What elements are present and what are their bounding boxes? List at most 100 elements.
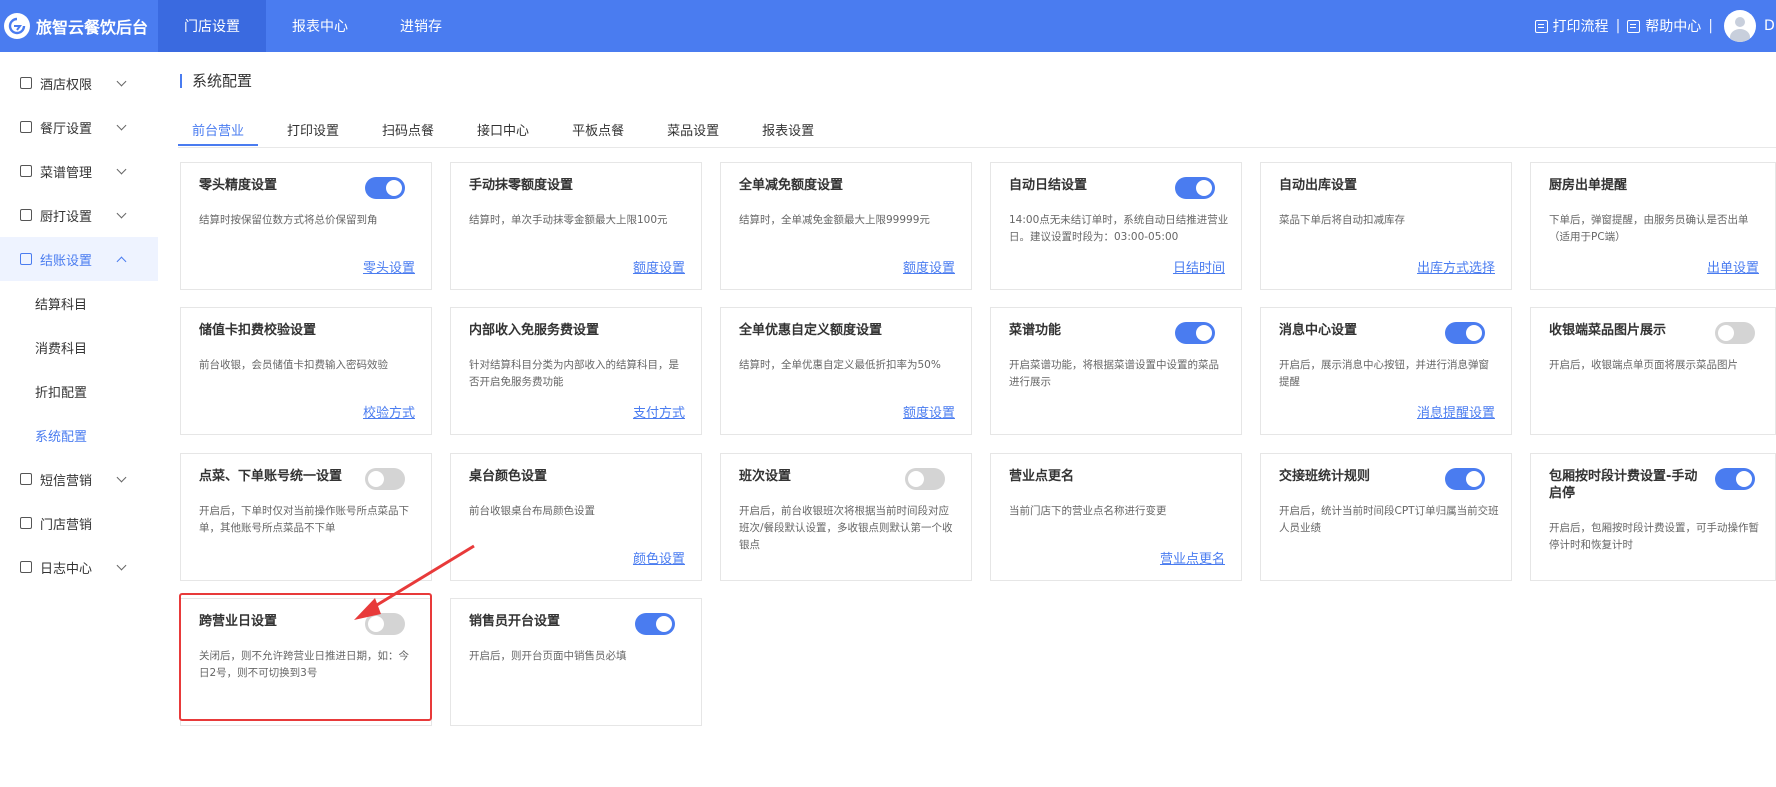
sidebar-item-kitchen-print[interactable]: 厨打设置 (0, 193, 158, 237)
sidebar-item-label: 餐厅设置 (40, 121, 93, 137)
card-title: 包厢按时段计费设置-手动启停 (1549, 469, 1698, 501)
settings-card: 班次设置 开启后，前台收银班次将根据当前时间段对应班次/餐段默认设置，多收银点则默… (720, 453, 972, 581)
tab-report-settings[interactable]: 报表设置 (748, 118, 828, 146)
tab-dish-settings[interactable]: 菜品设置 (653, 118, 733, 146)
card-link[interactable]: 支付方式 (633, 402, 685, 421)
card-title: 零头精度设置 (199, 178, 278, 193)
sidebar-item-checkout-settings[interactable]: 结账设置 (0, 237, 158, 281)
sidebar-item-store-marketing[interactable]: 门店营销 (0, 501, 158, 545)
card-link[interactable]: 颜色设置 (633, 548, 685, 567)
card-description: 开启后，统计当前时间段CPT订单归属当前交班人员业绩 (1279, 505, 1499, 534)
card-description: 前台收银，会员储值卡扣费输入密码效验 (199, 359, 388, 371)
settings-card: 自动日结设置 14:00点无未结订单时，系统自动日结推进营业日。建议设置时段为：0… (990, 162, 1242, 290)
card-link[interactable]: 出库方式选择 (1417, 257, 1495, 276)
card-link[interactable]: 零头设置 (363, 257, 415, 276)
sidebar-item-hotel-permissions[interactable]: 酒店权限 (0, 61, 158, 105)
topnav-report-center[interactable]: 报表中心 (266, 0, 374, 52)
card-description: 菜品下单后将自动扣减库存 (1279, 214, 1405, 226)
mail-icon (20, 473, 32, 485)
settings-card: 储值卡扣费校验设置 前台收银，会员储值卡扣费输入密码效验 校验方式 (180, 307, 432, 435)
home-icon (20, 121, 32, 133)
card-toggle-switch[interactable] (1445, 468, 1485, 490)
sidebar-item-label: 短信营销 (40, 473, 93, 489)
separator: | (1708, 18, 1713, 34)
card-title: 手动抹零额度设置 (469, 178, 574, 193)
card-title: 收银端菜品图片展示 (1549, 323, 1667, 338)
settings-card: 点菜、下单账号统一设置 开启后，下单时仅对当前操作账号所点菜品下单，其他账号所点菜… (180, 453, 432, 581)
card-link[interactable]: 消息提醒设置 (1417, 402, 1495, 421)
card-description: 开启后，包厢按时段计费设置，可手动操作暂停计时和恢复计时 (1549, 522, 1759, 551)
card-description: 前台收银桌台布局颜色设置 (469, 505, 595, 517)
card-title: 营业点更名 (1009, 469, 1075, 484)
card-toggle-switch[interactable] (1175, 177, 1215, 199)
document-icon (1534, 19, 1548, 33)
card-title: 内部收入免服务费设置 (469, 323, 600, 338)
card-title: 桌台颜色设置 (469, 469, 548, 484)
sidebar-item-label: 酒店权限 (40, 77, 93, 93)
card-toggle-switch[interactable] (905, 468, 945, 490)
settings-card: 全单优惠自定义额度设置结算时，全单优惠自定义最低折扣率为50% 额度设置 (720, 307, 972, 435)
card-link[interactable]: 额度设置 (633, 257, 685, 276)
printer-icon (20, 209, 32, 221)
sidebar-item-restaurant-settings[interactable]: 餐厅设置 (0, 105, 158, 149)
sidebar-item-label: 结账设置 (40, 253, 93, 269)
tabs: 前台营业 打印设置 扫码点餐 接口中心 平板点餐 菜品设置 报表设置 (178, 118, 843, 146)
card-toggle-switch[interactable] (365, 468, 405, 490)
tab-print-settings[interactable]: 打印设置 (273, 118, 353, 146)
card-link[interactable]: 校验方式 (363, 402, 415, 421)
card-toggle-switch[interactable] (1715, 322, 1755, 344)
settings-card: 内部收入免服务费设置针对结算科目分类为内部收入的结算科目，是否开启免服务费功能支… (450, 307, 702, 435)
print-flow-link[interactable]: 打印流程 (1534, 16, 1609, 36)
card-description: 开启后，收银端点单页面将展示菜品图片 (1549, 359, 1738, 371)
topnav-inventory[interactable]: 进销存 (374, 0, 468, 52)
card-toggle-switch[interactable] (365, 177, 405, 199)
tab-api-center[interactable]: 接口中心 (463, 118, 543, 146)
card-link[interactable]: 额度设置 (903, 257, 955, 276)
settings-card: 零头精度设置结算时按保留位数方式将总价保留到角零头设置 (180, 162, 432, 290)
sidebar-item-log-center[interactable]: 日志中心 (0, 545, 158, 589)
card-description: 结算时，全单减免金额最大上限99999元 (739, 214, 930, 226)
settings-card: 菜谱功能 开启菜谱功能，将根据菜谱设置中设置的菜品进行展示 (990, 307, 1242, 435)
page-title: 系统配置 (180, 74, 252, 89)
building-icon (20, 77, 32, 89)
card-title: 全单减免额度设置 (739, 178, 844, 193)
card-toggle-switch[interactable] (1715, 468, 1755, 490)
card-toggle-switch[interactable] (635, 613, 675, 635)
sidebar: 酒店权限 餐厅设置 菜谱管理 厨打设置 结账设置 结算科目 消费科目 折扣配置 … (0, 52, 158, 787)
receipt-icon (20, 253, 32, 265)
sidebar-item-label: 日志中心 (40, 561, 93, 577)
card-toggle-switch[interactable] (1445, 322, 1485, 344)
chevron-down-icon (116, 120, 127, 131)
help-center-link[interactable]: 帮助中心 (1627, 16, 1701, 36)
card-title: 消息中心设置 (1279, 323, 1358, 338)
store-icon (20, 517, 32, 529)
top-nav: 门店设置 报表中心 进销存 (158, 0, 468, 52)
card-link[interactable]: 额度设置 (903, 402, 955, 421)
separator: | (1615, 18, 1621, 34)
sidebar-sub-discount-config[interactable]: 折扣配置 (0, 369, 158, 413)
sidebar-sub-settlement-subjects[interactable]: 结算科目 (0, 281, 158, 325)
sidebar-item-sms-marketing[interactable]: 短信营销 (0, 457, 158, 501)
card-description: 针对结算科目分类为内部收入的结算科目，是否开启免服务费功能 (469, 359, 679, 388)
brand-logo-icon (4, 13, 30, 39)
card-toggle-switch[interactable] (1175, 322, 1215, 344)
tab-front-desk[interactable]: 前台营业 (178, 118, 259, 146)
card-link[interactable]: 出单设置 (1707, 257, 1759, 276)
chevron-down-icon (116, 472, 127, 483)
card-link[interactable]: 营业点更名 (1160, 548, 1225, 567)
card-description: 结算时按保留位数方式将总价保留到角 (199, 214, 378, 226)
card-title: 全单优惠自定义额度设置 (739, 323, 883, 338)
card-description: 结算时，全单优惠自定义最低折扣率为50% (739, 359, 941, 371)
settings-card: 桌台颜色设置前台收银桌台布局颜色设置颜色设置 (450, 453, 702, 581)
tab-scan-order[interactable]: 扫码点餐 (368, 118, 448, 146)
user-avatar[interactable] (1724, 10, 1756, 42)
sidebar-item-menu-management[interactable]: 菜谱管理 (0, 149, 158, 193)
tab-tablet-order[interactable]: 平板点餐 (558, 118, 638, 146)
topnav-store-settings[interactable]: 门店设置 (158, 0, 266, 52)
brand[interactable]: 旅智云餐饮后台 (0, 0, 158, 52)
sidebar-sub-system-config[interactable]: 系统配置 (0, 413, 158, 457)
sidebar-sub-consumption-subjects[interactable]: 消费科目 (0, 325, 158, 369)
card-title: 菜谱功能 (1009, 323, 1062, 338)
card-link[interactable]: 日结时间 (1173, 257, 1225, 276)
user-name[interactable]: D (1764, 18, 1776, 34)
